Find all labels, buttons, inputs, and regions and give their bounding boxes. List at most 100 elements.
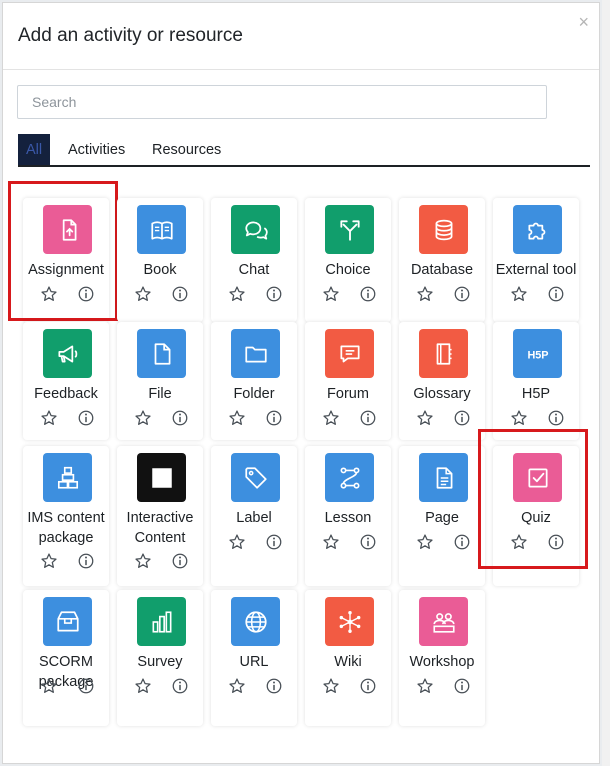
choice-icon [325,205,374,254]
star-icon[interactable] [40,677,58,695]
activity-item-forum[interactable]: Forum [305,322,391,440]
info-icon[interactable] [359,285,377,303]
activity-item-label[interactable]: Label [211,446,297,586]
h5p-icon: H5P [513,329,562,378]
info-icon[interactable] [453,285,471,303]
activity-name: Book [143,262,177,278]
activity-name: File [148,386,172,402]
info-icon[interactable] [359,677,377,695]
activity-name: Survey [137,654,183,670]
background-page-edge [602,0,610,766]
activity-item-h5p[interactable]: H5P H5P [493,322,579,440]
star-icon[interactable] [228,677,246,695]
activity-item-file[interactable]: File [117,322,203,440]
star-icon[interactable] [322,409,340,427]
globe-icon [231,597,280,646]
interactive-content-icon [137,453,186,502]
activity-item-database[interactable]: Database [399,198,485,322]
megaphone-icon [43,329,92,378]
star-icon[interactable] [134,677,152,695]
star-icon[interactable] [40,552,58,570]
info-icon[interactable] [171,409,189,427]
info-icon[interactable] [547,409,565,427]
info-icon[interactable] [265,409,283,427]
info-icon[interactable] [171,677,189,695]
workshop-icon [419,597,468,646]
activity-name: Chat [238,262,270,278]
star-icon[interactable] [322,533,340,551]
tab-activities[interactable]: Activities [68,134,125,165]
glossary-icon [419,329,468,378]
activity-name: Database [410,262,474,278]
activity-name: Feedback [34,386,98,402]
lesson-icon [325,453,374,502]
star-icon[interactable] [322,677,340,695]
activity-item-folder[interactable]: Folder [211,322,297,440]
activity-item-external-tool[interactable]: External tool [493,198,579,322]
info-icon[interactable] [171,552,189,570]
activity-item-page[interactable]: Page [399,446,485,586]
star-icon[interactable] [134,409,152,427]
activity-item-book[interactable]: Book [117,198,203,322]
tab-all[interactable]: All [18,134,51,165]
info-icon[interactable] [453,409,471,427]
activity-name: Lesson [324,510,372,526]
star-icon[interactable] [416,677,434,695]
activity-name: Page [425,510,459,526]
activity-item-ims-content-package[interactable]: IMS content package [23,446,109,586]
activity-name: Interactive Content [126,510,194,546]
info-icon[interactable] [547,285,565,303]
info-icon[interactable] [265,677,283,695]
modal-title: Add an activity or resource [18,25,243,46]
activity-item-workshop[interactable]: Workshop [399,590,485,726]
star-icon[interactable] [322,285,340,303]
activity-item-choice[interactable]: Choice [305,198,391,322]
activity-item-scorm-package[interactable]: SCORM package [23,590,109,726]
star-icon[interactable] [510,409,528,427]
activity-item-glossary[interactable]: Glossary [399,322,485,440]
info-icon[interactable] [453,677,471,695]
activity-item-lesson[interactable]: Lesson [305,446,391,586]
search-input[interactable] [17,85,547,119]
activity-name: Forum [327,386,369,402]
star-icon[interactable] [228,409,246,427]
activity-name: Folder [233,386,275,402]
star-icon[interactable] [510,285,528,303]
star-icon[interactable] [134,552,152,570]
activity-name: Wiki [334,654,362,670]
activity-item-feedback[interactable]: Feedback [23,322,109,440]
activity-name: H5P [521,386,551,402]
star-icon[interactable] [416,285,434,303]
activity-item-url[interactable]: URL [211,590,297,726]
info-icon[interactable] [171,285,189,303]
star-icon[interactable] [134,285,152,303]
info-icon[interactable] [265,285,283,303]
star-icon[interactable] [228,285,246,303]
activity-item-interactive-content[interactable]: Interactive Content [117,446,203,586]
info-icon[interactable] [77,677,95,695]
modal-header: Add an activity or resource × [3,3,599,70]
activity-item-chat[interactable]: Chat [211,198,297,322]
activity-name: Glossary [413,386,471,402]
forum-icon [325,329,374,378]
star-icon[interactable] [416,409,434,427]
bar-chart-icon [137,597,186,646]
star-icon[interactable] [228,533,246,551]
star-icon[interactable] [416,533,434,551]
folder-icon [231,329,280,378]
svg-text:H5P: H5P [527,349,548,361]
scorm-icon [43,597,92,646]
info-icon[interactable] [265,533,283,551]
tab-resources[interactable]: Resources [152,134,221,165]
activity-name: SCORM package [38,654,94,690]
activity-item-survey[interactable]: Survey [117,590,203,726]
info-icon[interactable] [359,533,377,551]
activity-item-wiki[interactable]: Wiki [305,590,391,726]
book-icon [137,205,186,254]
info-icon[interactable] [359,409,377,427]
info-icon[interactable] [453,533,471,551]
info-icon[interactable] [77,409,95,427]
info-icon[interactable] [77,552,95,570]
star-icon[interactable] [40,409,58,427]
close-button[interactable]: × [578,13,589,31]
